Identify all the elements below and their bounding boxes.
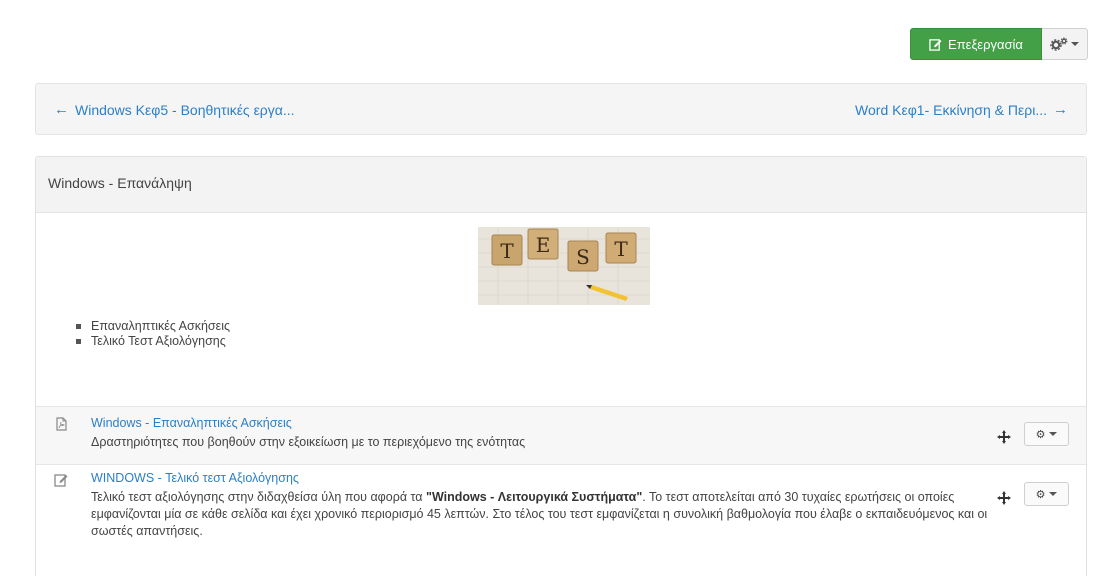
top-toolbar: Επεξεργασία — [0, 0, 1101, 80]
previous-section-link[interactable]: ← Windows Κεφ5 - Βοηθητικές εργα... — [54, 101, 295, 118]
chevron-down-icon — [1049, 492, 1058, 496]
activity-link[interactable]: WINDOWS - Τελικό τεστ Αξιολόγησης — [91, 471, 299, 485]
summary-item: Επαναληπτικές Ασκήσεις — [76, 319, 230, 334]
summary-item: Τελικό Τεστ Αξιολόγησης — [76, 334, 230, 349]
edit-icon — [54, 474, 68, 487]
gear-icon: ⚙ — [1035, 488, 1046, 501]
activity-description: Δραστηριότητες που βοηθούν στην εξοικείω… — [91, 435, 526, 449]
activity-row: WINDOWS - Τελικό τεστ Αξιολόγησης Τελικό… — [36, 464, 1086, 576]
move-icon[interactable] — [996, 490, 1012, 506]
edit-button[interactable]: Επεξεργασία — [910, 28, 1042, 60]
activity-settings-button[interactable]: ⚙ — [1024, 482, 1069, 506]
chevron-down-icon — [1049, 432, 1058, 436]
description-text: Τελικό τεστ αξιολόγησης στην διδαχθείσα … — [91, 490, 427, 504]
test-letter-1: T — [500, 239, 514, 263]
test-letter-4: T — [614, 237, 628, 261]
section-summary-list: Επαναληπτικές Ασκήσεις Τελικό Τεστ Αξιολ… — [76, 319, 230, 349]
activity-settings-button[interactable]: ⚙ — [1024, 422, 1069, 446]
edit-button-label: Επεξεργασία — [948, 36, 1023, 52]
gear-icon: ⚙ — [1035, 428, 1046, 441]
test-letter-2: E — [536, 233, 551, 257]
pdf-file-icon — [56, 417, 67, 431]
activity-description: Τελικό τεστ αξιολόγησης στην διδαχθείσα … — [91, 489, 991, 540]
next-section-link[interactable]: Word Κεφ1- Εκκίνηση & Περι... → — [855, 101, 1068, 118]
section-navigation: ← Windows Κεφ5 - Βοηθητικές εργα... Word… — [35, 83, 1087, 135]
arrow-right-icon: → — [1053, 101, 1068, 118]
activity-row: Windows - Επαναληπτικές Ασκήσεις Δραστηρ… — [36, 406, 1086, 464]
activity-link[interactable]: Windows - Επαναληπτικές Ασκήσεις — [91, 416, 292, 430]
next-section-label: Word Κεφ1- Εκκίνηση & Περι... — [855, 101, 1047, 118]
chevron-down-icon — [1071, 42, 1079, 46]
test-image: T E S T — [478, 227, 650, 305]
section-title: Windows - Επανάληψη — [48, 175, 192, 191]
section-header: Windows - Επανάληψη — [36, 157, 1086, 213]
settings-dropdown-button[interactable] — [1042, 28, 1088, 60]
move-icon[interactable] — [996, 429, 1012, 445]
test-letter-3: S — [576, 245, 590, 269]
arrow-left-icon: ← — [54, 101, 69, 118]
description-bold-text: "Windows - Λειτουργικά Συστήματα" — [426, 490, 643, 504]
edit-icon — [929, 38, 942, 51]
gears-icon — [1050, 37, 1068, 51]
section-panel: Windows - Επανάληψη T E S T Επαναληπτικέ… — [35, 156, 1087, 576]
previous-section-label: Windows Κεφ5 - Βοηθητικές εργα... — [75, 101, 295, 118]
